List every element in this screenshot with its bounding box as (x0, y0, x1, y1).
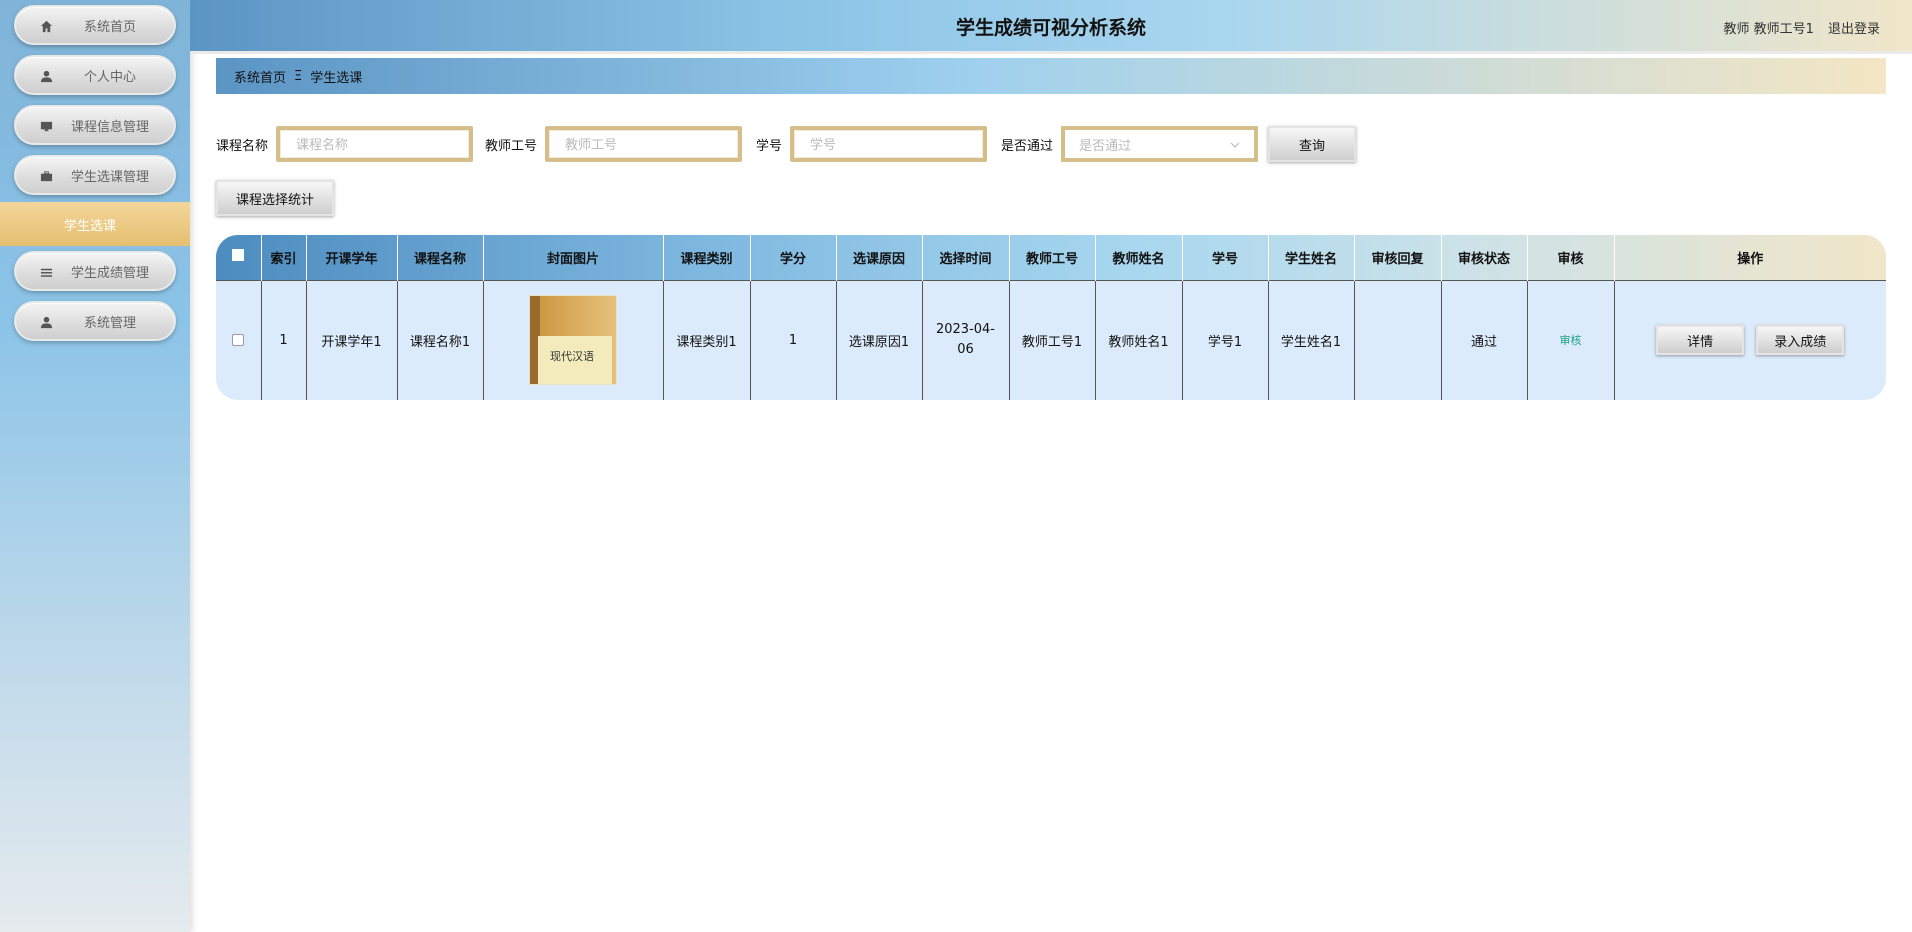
cell-cover: 现代汉语 (483, 279, 664, 400)
cell-audit: 审核 (1527, 279, 1615, 400)
sidebar: 系统首页 个人中心 课程信息管理 学生选课管理 学生选课 学生成绩管理 系统管理 (0, 0, 190, 932)
column-header: 教师工号 (1009, 235, 1096, 280)
list-icon (38, 264, 54, 280)
passed-select-value: 是否通过 (1079, 138, 1132, 154)
column-header: 选课原因 (836, 235, 923, 280)
passed-label: 是否通过 (1001, 138, 1054, 154)
enter-grade-button[interactable]: 录入成绩 (1756, 325, 1845, 356)
breadcrumb-separator: Ξ (294, 68, 303, 84)
sidebar-subitem-label: 学生选课 (63, 218, 116, 234)
user-info: 教师 教师工号1 退出登录 (1723, 18, 1880, 37)
breadcrumb-current: 学生选课 (310, 70, 363, 86)
table-header-row: 索引 开课学年 课程名称 封面图片 课程类别 学分 选课原因 选择时间 教师工号… (216, 235, 1886, 280)
audit-link[interactable]: 审核 (1560, 334, 1582, 347)
top-header: 学生成绩可视分析系统 教师 教师工号1 退出登录 (190, 0, 1912, 54)
column-header: 索引 (261, 235, 307, 280)
column-header: 课程名称 (397, 235, 484, 280)
cell-category: 课程类别1 (663, 279, 751, 400)
detail-button[interactable]: 详情 (1656, 325, 1745, 356)
student-no-label: 学号 (756, 138, 783, 154)
cell-reason: 选课原因1 (836, 279, 923, 400)
chevron-down-icon (1230, 137, 1240, 152)
passed-select[interactable]: 是否通过 (1061, 126, 1259, 162)
column-header: 学分 (750, 235, 837, 280)
breadcrumb: 系统首页 Ξ 学生选课 (216, 58, 1886, 94)
course-name-input[interactable] (276, 126, 474, 162)
sidebar-subitem-student-course[interactable]: 学生选课 (0, 202, 190, 246)
cell-teacher-no: 教师工号1 (1009, 279, 1096, 400)
cell-reply (1354, 279, 1442, 400)
cell-index: 1 (261, 279, 307, 400)
logout-link[interactable]: 退出登录 (1828, 22, 1880, 37)
sidebar-item-course-selection[interactable]: 学生选课管理 (14, 155, 176, 195)
cover-image[interactable]: 现代汉语 (529, 295, 617, 386)
course-name-label: 课程名称 (216, 138, 269, 154)
search-bar: 课程名称 教师工号 学号 是否通过 是否通过 查询 (216, 126, 1357, 162)
select-all-checkbox[interactable] (216, 235, 262, 280)
column-header: 审核状态 (1441, 235, 1528, 280)
user-icon (38, 314, 54, 330)
row-checkbox[interactable] (216, 279, 262, 400)
cell-course-name: 课程名称1 (397, 279, 484, 400)
teacher-no-input[interactable] (545, 126, 743, 162)
sidebar-item-grades[interactable]: 学生成绩管理 (14, 251, 176, 291)
cell-status: 通过 (1441, 279, 1528, 400)
cell-credit: 1 (750, 279, 837, 400)
cell-actions: 详情 录入成绩 (1614, 279, 1886, 400)
column-header: 课程类别 (663, 235, 751, 280)
column-header: 审核回复 (1354, 235, 1442, 280)
briefcase-icon (38, 168, 54, 184)
sidebar-item-course-info[interactable]: 课程信息管理 (14, 105, 176, 145)
course-stat-button[interactable]: 课程选择统计 (216, 180, 334, 216)
student-no-input[interactable] (790, 126, 988, 162)
query-button[interactable]: 查询 (1268, 126, 1357, 162)
column-header: 封面图片 (483, 235, 664, 280)
column-header: 操作 (1737, 251, 1764, 267)
sidebar-item-system[interactable]: 系统管理 (14, 301, 176, 341)
table-row: 1 开课学年1 课程名称1 现代汉语 课程类别1 1 选课原因1 2023-04… (216, 279, 1886, 400)
course-selection-table: 索引 开课学年 课程名称 封面图片 课程类别 学分 选课原因 选择时间 教师工号… (216, 235, 1886, 400)
cell-year: 开课学年1 (306, 279, 398, 400)
teacher-no-label: 教师工号 (485, 138, 538, 154)
column-header: 选择时间 (922, 235, 1010, 280)
user-label: 教师 教师工号1 (1723, 22, 1814, 37)
cell-time: 2023-04-06 (922, 279, 1010, 400)
column-header: 审核 (1527, 235, 1615, 280)
cell-student-name: 学生姓名1 (1268, 279, 1355, 400)
column-header: 学号 (1182, 235, 1269, 280)
column-header: 学生姓名 (1268, 235, 1355, 280)
home-icon (38, 18, 54, 34)
cell-student-no: 学号1 (1182, 279, 1269, 400)
app-title: 学生成绩可视分析系统 (955, 17, 1146, 39)
sidebar-item-home[interactable]: 系统首页 (14, 5, 176, 45)
user-icon (38, 68, 54, 84)
selection-time: 2023-04-06 (935, 322, 995, 358)
monitor-icon (38, 118, 54, 134)
column-header: 教师姓名 (1095, 235, 1183, 280)
column-header: 开课学年 (306, 235, 398, 280)
cover-title: 现代汉语 (550, 350, 594, 364)
cell-teacher-name: 教师姓名1 (1095, 279, 1183, 400)
sidebar-item-profile[interactable]: 个人中心 (14, 55, 176, 95)
breadcrumb-home[interactable]: 系统首页 (234, 67, 286, 86)
